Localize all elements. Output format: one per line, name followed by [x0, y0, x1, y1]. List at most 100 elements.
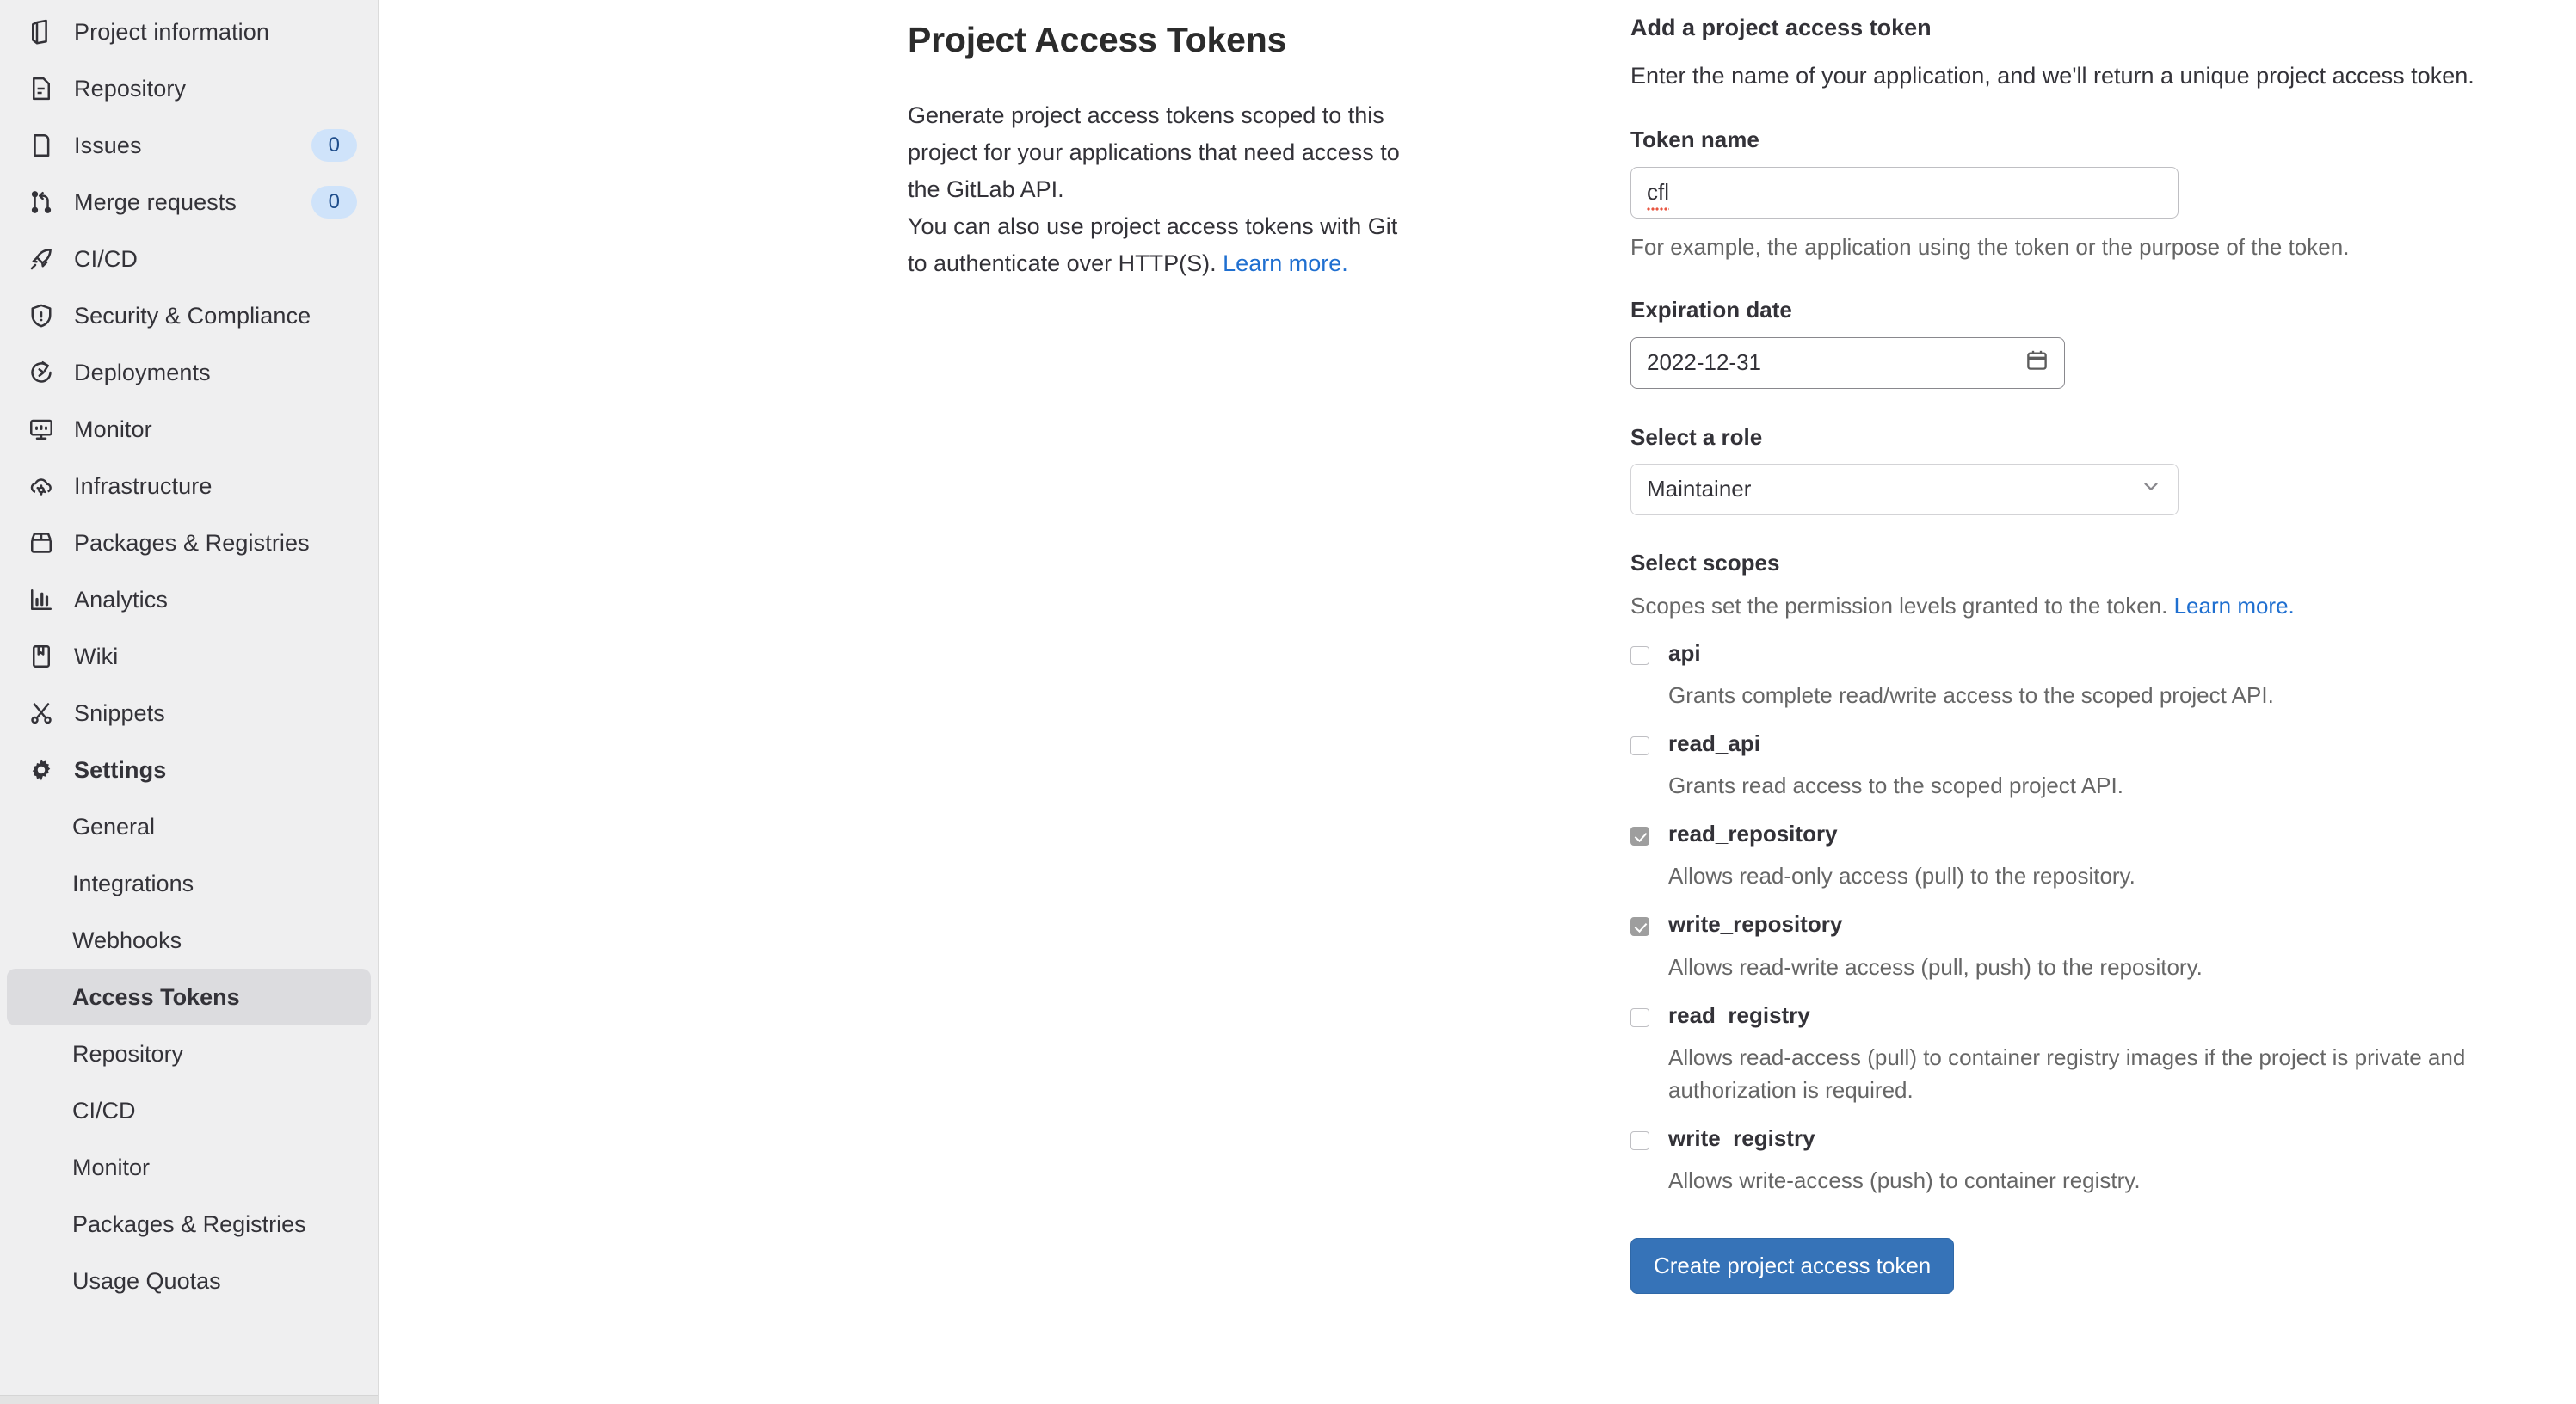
scope-header: read_repository: [1630, 821, 2576, 847]
sidebar-item-badge: 0: [311, 129, 357, 162]
scope-description: Grants complete read/write access to the…: [1668, 682, 2274, 709]
sidebar-item-merge-requests[interactable]: Merge requests 0: [7, 174, 371, 231]
sidebar-item-label: Infrastructure: [74, 472, 213, 499]
sidebar-subitem-label: Integrations: [72, 870, 194, 896]
select-scopes-heading: Select scopes: [1630, 549, 1780, 576]
scope-description: Grants read access to the scoped project…: [1668, 773, 2123, 799]
expiration-date-label: Expiration date: [1630, 297, 1792, 323]
sidebar-item-label: Snippets: [74, 699, 165, 726]
scopes-learn-more-link[interactable]: Learn more.: [2174, 593, 2295, 619]
sidebar-subitem-label: Usage Quotas: [72, 1267, 221, 1294]
sidebar-subitem-access-tokens[interactable]: Access Tokens: [7, 969, 371, 1025]
issues-icon: [28, 132, 55, 159]
add-token-form: Add a project access token Enter the nam…: [1630, 9, 2576, 1295]
calendar-icon[interactable]: [2025, 348, 2049, 378]
scope-checkbox-write_registry[interactable]: [1630, 1130, 1649, 1150]
sidebar-item-label: Project information: [74, 18, 269, 45]
sidebar-item-analytics[interactable]: Analytics: [7, 571, 371, 628]
sidebar-subitem-packages-registries[interactable]: Packages & Registries: [7, 1196, 371, 1253]
scope-name: read_api: [1668, 730, 1760, 757]
scope-name: write_registry: [1668, 1124, 1815, 1151]
sidebar-item-repository[interactable]: Repository: [7, 60, 371, 117]
scope-checkbox-write_repository[interactable]: [1630, 917, 1649, 937]
scope-checkbox-list: api Grants complete read/write access to …: [1630, 640, 2576, 1197]
scope-header: api: [1630, 640, 2576, 667]
sidebar-subitem-repository[interactable]: Repository: [7, 1025, 371, 1082]
sidebar-item-snippets[interactable]: Snippets: [7, 685, 371, 742]
package-icon: [28, 529, 55, 557]
role-label: Select a role: [1630, 423, 1763, 450]
sidebar-item-badge: 0: [311, 186, 357, 219]
settings-submenu: General Integrations Webhooks Access Tokens…: [0, 798, 378, 1309]
sidebar-item-deployments[interactable]: Deployments: [7, 344, 371, 401]
sidebar-item-settings[interactable]: Settings: [7, 742, 371, 798]
token-name-input[interactable]: cfl: [1630, 166, 2179, 219]
scope-checkbox-read_api[interactable]: [1630, 736, 1649, 756]
scope-description: Allows write-access (push) to container …: [1668, 1167, 2141, 1193]
sidebar-subitem-label: Monitor: [72, 1154, 151, 1180]
scope-checkbox-api[interactable]: [1630, 645, 1649, 665]
scope-row: api Grants complete read/write access to …: [1630, 640, 2576, 711]
sidebar-subitem-label: Access Tokens: [72, 983, 240, 1010]
sidebar-item-wiki[interactable]: Wiki: [7, 628, 371, 685]
sidebar-item-packages-registries[interactable]: Packages & Registries: [7, 514, 371, 571]
scope-description: Allows read-write access (pull, push) to…: [1668, 953, 2203, 980]
page-title: Project Access Tokens: [908, 20, 1287, 59]
scissors-icon: [28, 699, 55, 727]
scope-header: write_registry: [1630, 1125, 2576, 1152]
project-sidebar: Project information Repository Issues 0 Merg…: [0, 0, 379, 1404]
sidebar-subitem-ci-cd[interactable]: CI/CD: [7, 1082, 371, 1139]
sidebar-subitem-general[interactable]: General: [7, 798, 371, 855]
repository-icon: [28, 75, 55, 102]
sidebar-subitem-usage-quotas[interactable]: Usage Quotas: [7, 1253, 371, 1309]
project-information-icon: [28, 18, 55, 46]
description-paragraph-1: Generate project access tokens scoped to…: [908, 102, 1400, 203]
expiration-date-input[interactable]: 2022-12-31: [1630, 336, 2065, 389]
learn-more-link[interactable]: Learn more.: [1223, 250, 1348, 276]
token-name-help: For example, the application using the t…: [1630, 233, 2350, 260]
scope-row: write_registry Allows write-access (push)…: [1630, 1125, 2576, 1197]
main-content: Project Access Tokens Generate project a…: [379, 0, 2576, 1404]
monitor-icon: [28, 416, 55, 443]
sidebar-item-label: Merge requests: [74, 188, 237, 215]
scope-checkbox-read_repository[interactable]: [1630, 827, 1649, 847]
sidebar-item-label: Monitor: [74, 416, 152, 442]
scope-row: write_repository Allows read-write access…: [1630, 911, 2576, 982]
sidebar-item-issues[interactable]: Issues 0: [7, 117, 371, 174]
sidebar-subitem-monitor[interactable]: Monitor: [7, 1139, 371, 1196]
scope-name: read_repository: [1668, 821, 1838, 847]
sidebar-item-label: Settings: [74, 756, 167, 783]
role-value: Maintainer: [1647, 476, 1752, 502]
sidebar-item-label: Issues: [74, 132, 142, 158]
gear-icon: [28, 756, 55, 784]
sidebar-item-ci-cd[interactable]: CI/CD: [7, 231, 371, 287]
sidebar-item-monitor[interactable]: Monitor: [7, 401, 371, 458]
create-project-access-token-button[interactable]: Create project access token: [1630, 1237, 1955, 1295]
scope-name: write_repository: [1668, 911, 1843, 938]
sidebar-footer-bar: [0, 1395, 378, 1404]
sidebar-subitem-webhooks[interactable]: Webhooks: [7, 912, 371, 969]
scope-description: Allows read-only access (pull) to the re…: [1668, 863, 2135, 890]
select-scopes-subtext: Scopes set the permission levels granted…: [1630, 592, 2576, 621]
shield-icon: [28, 302, 55, 329]
token-name-value: cfl: [1647, 179, 1669, 212]
sidebar-item-security-compliance[interactable]: Security & Compliance: [7, 287, 371, 344]
scope-checkbox-read_registry[interactable]: [1630, 1007, 1649, 1027]
scope-description: Allows read-access (pull) to container r…: [1668, 1044, 2466, 1103]
token-name-label: Token name: [1630, 126, 1759, 153]
gitlab-project-access-tokens-page: Project information Repository Issues 0 Merg…: [0, 0, 2576, 1404]
form-heading: Add a project access token: [1630, 15, 1932, 40]
scope-name: api: [1668, 639, 1701, 666]
sidebar-item-infrastructure[interactable]: Infrastructure: [7, 458, 371, 514]
sidebar-subitem-integrations[interactable]: Integrations: [7, 855, 371, 912]
sidebar-subitem-label: Repository: [72, 1040, 184, 1067]
role-select[interactable]: Maintainer: [1630, 463, 2179, 515]
chevron-down-icon[interactable]: [2140, 475, 2162, 503]
sidebar-item-label: Wiki: [74, 643, 119, 669]
scope-row: read_registry Allows read-access (pull) t…: [1630, 1002, 2576, 1106]
expiration-date-value: 2022-12-31: [1647, 349, 1761, 376]
book-icon: [28, 643, 55, 670]
scope-row: read_api Grants read access to the scoped…: [1630, 730, 2576, 802]
sidebar-item-project-information[interactable]: Project information: [7, 3, 371, 60]
scope-row: read_repository Allows read-only access (…: [1630, 821, 2576, 892]
